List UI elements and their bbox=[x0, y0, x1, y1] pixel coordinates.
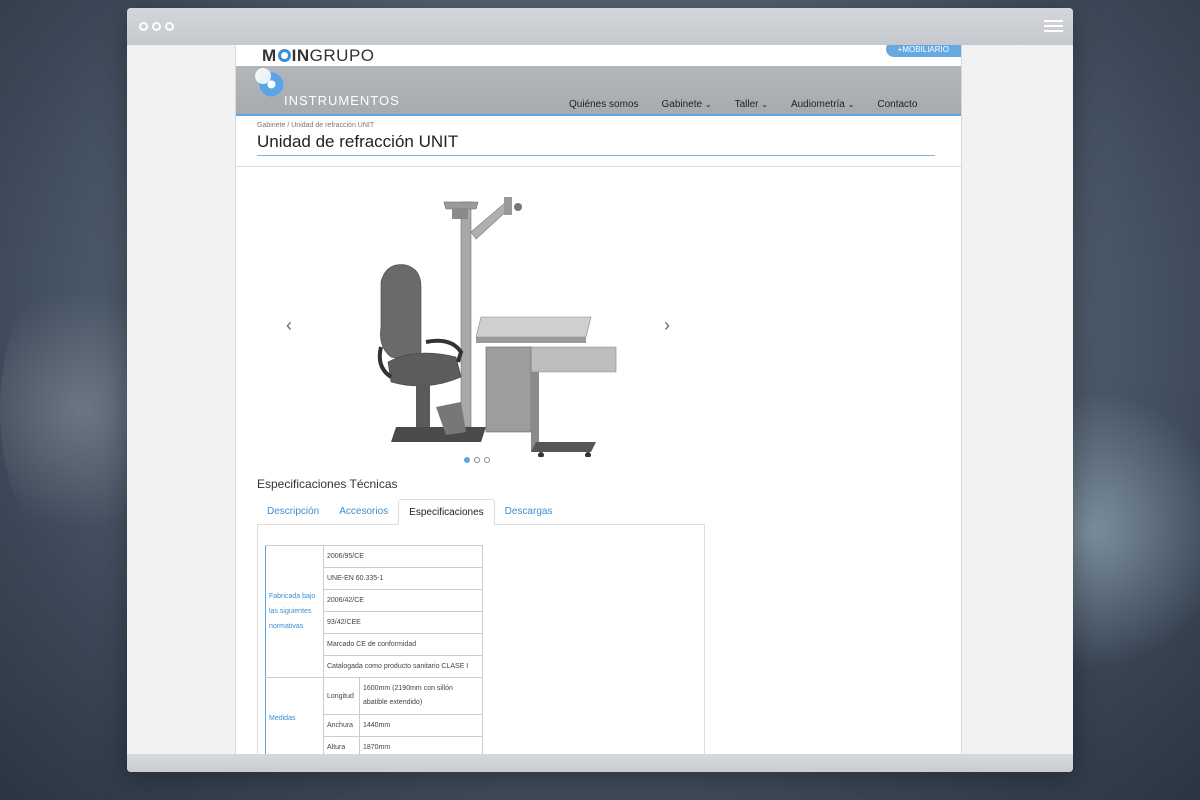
carousel-dot[interactable] bbox=[474, 457, 480, 463]
nav-item-quienes-somos[interactable]: Quiénes somos bbox=[569, 99, 638, 110]
window-controls bbox=[139, 22, 174, 31]
table-cell: UNE-EN 60.335-1 bbox=[323, 567, 483, 590]
table-cell: 1600mm (2190mm con sillón abatible exten… bbox=[359, 677, 483, 715]
title-divider bbox=[257, 155, 935, 156]
brand-name: INSTRUMENTOS bbox=[284, 93, 400, 108]
chevron-down-icon: ⌄ bbox=[704, 100, 712, 109]
tab-descargas[interactable]: Descargas bbox=[495, 499, 563, 524]
tab-accesorios[interactable]: Accesorios bbox=[329, 499, 398, 524]
table-row: Medidas Longitud 1600mm (2190mm con sill… bbox=[265, 677, 483, 754]
carousel-prev-button[interactable]: ‹ bbox=[286, 315, 292, 336]
specs-tab-panel: Fabricada bajo las siguientes normativas… bbox=[257, 525, 705, 754]
chevron-down-icon: ⌄ bbox=[847, 100, 855, 109]
table-cell: 93/42/CEE bbox=[323, 611, 483, 634]
nav-item-audiometria[interactable]: Audiometría ⌄ bbox=[791, 99, 854, 110]
browser-window: M INGRUPO +MOBILIARIO INSTRUMENTOS Quiéne… bbox=[127, 8, 1073, 772]
refraction-unit-image bbox=[377, 197, 617, 457]
table-cell: Altura bbox=[323, 736, 360, 754]
table-cell: Marcado CE de conformidad bbox=[323, 633, 483, 656]
browser-viewport: M INGRUPO +MOBILIARIO INSTRUMENTOS Quiéne… bbox=[127, 45, 1073, 754]
medidas-group-label: Medidas bbox=[265, 677, 324, 754]
logo-letters-in: IN bbox=[291, 46, 310, 65]
specs-tabs: Descripción Accesorios Especificaciones … bbox=[257, 499, 705, 525]
chevron-down-icon: ⌄ bbox=[761, 100, 768, 109]
nav-item-contacto[interactable]: Contacto bbox=[877, 99, 917, 110]
main-nav: Quiénes somos Gabinete ⌄ Taller ⌄ Audiom… bbox=[569, 99, 940, 110]
web-page: M INGRUPO +MOBILIARIO INSTRUMENTOS Quiéne… bbox=[235, 45, 962, 754]
carousel-dot[interactable] bbox=[484, 457, 490, 463]
nav-label: Quiénes somos bbox=[569, 99, 639, 110]
carousel-next-button[interactable]: › bbox=[664, 315, 670, 336]
minimize-window-button[interactable] bbox=[152, 22, 161, 31]
logo-letter-m: M bbox=[262, 46, 277, 65]
table-cell: 2006/42/CE bbox=[323, 589, 483, 612]
table-cell: 2006/95/CE bbox=[323, 545, 483, 568]
page-title: Unidad de refracción UNIT bbox=[257, 132, 459, 151]
carousel-dot[interactable] bbox=[464, 457, 470, 463]
page-header: Gabinete / Unidad de refracción UNIT Uni… bbox=[236, 116, 961, 167]
specs-heading: Especificaciones Técnicas bbox=[257, 477, 398, 491]
hamburger-icon[interactable] bbox=[1044, 20, 1063, 35]
carousel-indicators bbox=[464, 457, 490, 463]
nav-label: Contacto bbox=[877, 99, 918, 110]
tab-especificaciones[interactable]: Especificaciones bbox=[398, 499, 495, 525]
instrumentos-logo-icon[interactable] bbox=[255, 68, 284, 97]
breadcrumb[interactable]: Gabinete / Unidad de refracción UNIT bbox=[257, 122, 940, 129]
moin-grupo-logo[interactable]: M INGRUPO bbox=[262, 46, 375, 66]
tab-descripcion[interactable]: Descripción bbox=[257, 499, 329, 524]
nav-item-gabinete[interactable]: Gabinete ⌄ bbox=[661, 99, 711, 110]
nav-item-taller[interactable]: Taller ⌄ bbox=[735, 99, 768, 110]
maximize-window-button[interactable] bbox=[165, 22, 174, 31]
nav-label: Taller bbox=[734, 99, 759, 110]
close-window-button[interactable] bbox=[139, 22, 148, 31]
product-carousel: ‹ › bbox=[236, 167, 961, 467]
table-cell: Catalogada como producto sanitario CLASE… bbox=[323, 655, 483, 678]
table-cell: Longitud bbox=[323, 677, 360, 715]
nav-label: Audiometría bbox=[790, 99, 845, 110]
mobiliario-button[interactable]: +MOBILIARIO bbox=[885, 45, 961, 57]
norms-group-label: Fabricada bajo las siguientes normativas bbox=[265, 545, 324, 678]
table-row: Fabricada bajo las siguientes normativas… bbox=[265, 545, 483, 678]
site-header: INSTRUMENTOS Quiénes somos Gabinete ⌄ Ta… bbox=[236, 66, 961, 116]
table-cell: 1870mm bbox=[359, 736, 483, 754]
top-bar: M INGRUPO +MOBILIARIO bbox=[236, 45, 961, 66]
window-titlebar bbox=[127, 8, 1073, 45]
window-statusbar bbox=[127, 754, 1073, 772]
logo-circle-icon bbox=[277, 49, 291, 62]
specs-table: Fabricada bajo las siguientes normativas… bbox=[265, 545, 483, 754]
logo-grupo-text: GRUPO bbox=[309, 46, 375, 65]
table-cell: Anchura bbox=[323, 714, 360, 737]
table-cell: 1440mm bbox=[359, 714, 483, 737]
nav-label: Gabinete bbox=[661, 99, 703, 110]
